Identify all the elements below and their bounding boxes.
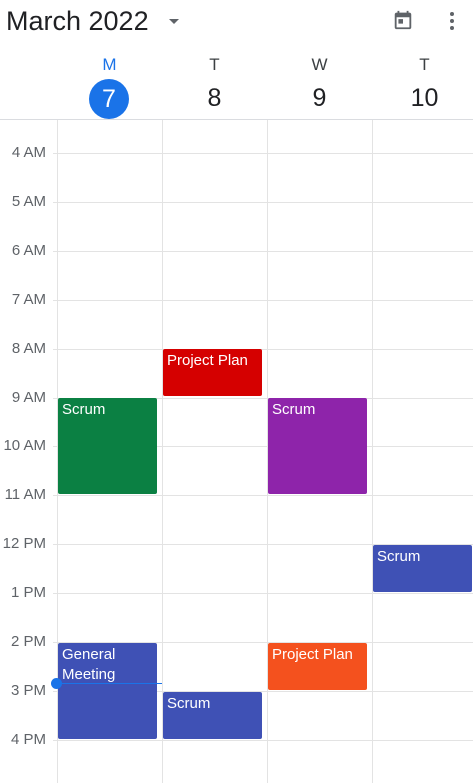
time-label-4am: 4 AM — [11, 144, 46, 161]
month-title[interactable]: March 2022 — [6, 6, 149, 37]
current-time-line — [56, 683, 162, 684]
hour-gridline — [53, 300, 473, 301]
day-number-today: 7 — [89, 79, 129, 119]
time-label-4pm: 4 PM — [10, 731, 46, 748]
day-column-divider — [162, 120, 163, 783]
event-scrum-mon[interactable]: Scrum — [58, 398, 157, 494]
time-label-7am: 7 AM — [11, 291, 46, 308]
hour-gridline — [53, 251, 473, 252]
current-time-dot — [51, 678, 62, 689]
event-scrum-tue[interactable]: Scrum — [163, 692, 262, 739]
time-label-1pm: 1 PM — [10, 584, 46, 601]
day-header-mon-7[interactable]: M 7 — [57, 54, 162, 119]
hour-gridline — [53, 349, 473, 350]
calendar-header: March 2022 — [0, 0, 473, 44]
time-label-3pm: 3 PM — [10, 682, 46, 699]
day-header-wed-9[interactable]: W 9 — [267, 54, 372, 114]
day-letter: W — [311, 55, 328, 74]
day-number: 10 — [410, 84, 439, 112]
time-label-2pm: 2 PM — [10, 633, 46, 650]
hour-gridline — [53, 153, 473, 154]
hour-gridline — [53, 593, 473, 594]
event-general-meeting-mon[interactable]: General Meeting — [58, 643, 157, 739]
hour-gridline — [53, 740, 473, 741]
more-vert-icon[interactable] — [440, 9, 464, 33]
day-header-thu-10[interactable]: T 10 — [372, 54, 473, 114]
event-project-plan-tue[interactable]: Project Plan — [163, 349, 262, 396]
hour-gridline — [53, 202, 473, 203]
time-label-9am: 9 AM — [11, 389, 46, 406]
day-header-tue-8[interactable]: T 8 — [162, 54, 267, 114]
header-divider — [0, 119, 473, 120]
event-project-plan-wed[interactable]: Project Plan — [268, 643, 367, 690]
day-number: 8 — [207, 84, 222, 112]
time-label-11am: 11 AM — [4, 486, 46, 503]
day-column-divider — [372, 120, 373, 783]
time-label-6am: 6 AM — [11, 242, 46, 259]
time-label-10am: 10 AM — [3, 437, 46, 454]
time-label-5am: 5 AM — [11, 193, 46, 210]
day-letter: T — [209, 55, 220, 74]
time-label-12pm: 12 PM — [2, 535, 46, 552]
chevron-down-icon[interactable] — [169, 19, 179, 24]
time-label-8am: 8 AM — [11, 340, 46, 357]
calendar-today-icon[interactable] — [392, 9, 414, 31]
hour-gridline — [53, 495, 473, 496]
day-number: 9 — [312, 84, 327, 112]
day-letter: M — [102, 55, 117, 74]
day-letter: T — [419, 55, 430, 74]
event-scrum-thu[interactable]: Scrum — [373, 545, 472, 592]
event-scrum-wed[interactable]: Scrum — [268, 398, 367, 494]
